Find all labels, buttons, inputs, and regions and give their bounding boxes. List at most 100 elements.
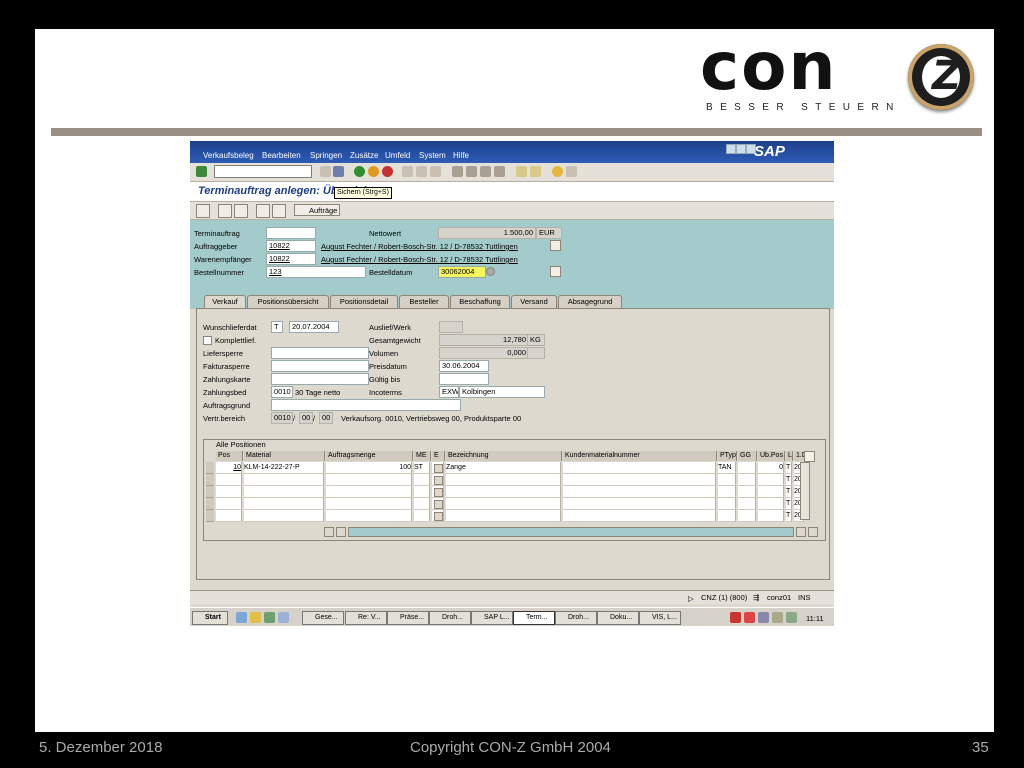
tab-positionsdetail[interactable]: Positionsdetail (330, 295, 398, 308)
auftraggeber-field[interactable]: 10822 (266, 240, 316, 252)
row-selector[interactable] (206, 462, 214, 474)
bestelldatum-field[interactable]: 30062004 (438, 266, 486, 278)
scroll-right-icon[interactable] (808, 527, 818, 537)
calendar-help-icon[interactable] (486, 267, 495, 276)
task-vis[interactable]: VIS, L... (639, 611, 681, 625)
menu-umfeld[interactable]: Umfeld (385, 151, 410, 160)
scroll-left-icon[interactable] (324, 527, 334, 537)
menu-system[interactable]: System (419, 151, 446, 160)
doc-flow-icon[interactable] (196, 204, 210, 218)
row-selector[interactable] (206, 474, 214, 486)
table-cell[interactable] (758, 510, 784, 522)
table-cell[interactable] (414, 510, 430, 522)
table-cell[interactable] (738, 474, 756, 486)
exit-icon[interactable] (368, 166, 379, 177)
table-cell[interactable]: 10 (216, 462, 242, 474)
tab-absagegrund[interactable]: Absagegrund (558, 295, 622, 308)
menu-springen[interactable]: Springen (310, 151, 342, 160)
task-doku[interactable]: Doku... (597, 611, 639, 625)
table-cell[interactable] (738, 510, 756, 522)
menu-verkaufsbeleg[interactable]: Verkaufsbeleg (203, 151, 254, 160)
table-cell[interactable] (414, 486, 430, 498)
table-cell[interactable] (446, 498, 561, 510)
task-droh-2[interactable]: Droh... (555, 611, 597, 625)
last-page-icon[interactable] (494, 166, 505, 177)
table-cell[interactable]: T (786, 474, 792, 486)
table-cell[interactable] (244, 510, 324, 522)
print-icon[interactable] (402, 166, 413, 177)
task-gese[interactable]: Gese... (302, 611, 344, 625)
column-header[interactable]: E (432, 451, 445, 461)
bestellnummer-field[interactable]: 123 (266, 266, 366, 278)
minimize-icon[interactable] (726, 144, 736, 154)
create-with-reference-icon[interactable] (256, 204, 270, 218)
orders-button[interactable]: Aufträge (294, 204, 340, 216)
tab-besteller[interactable]: Besteller (399, 295, 449, 308)
auftragsgrund-field[interactable] (271, 399, 461, 411)
table-cell[interactable] (758, 474, 784, 486)
item-checkbox[interactable] (434, 476, 443, 485)
table-cell[interactable]: T (786, 498, 792, 510)
liefersperre-field[interactable] (271, 347, 369, 359)
table-cell[interactable]: 100 (326, 462, 412, 474)
partner-detail-icon[interactable] (550, 240, 561, 251)
speaker-icon[interactable] (786, 612, 797, 623)
back-arrow-icon[interactable] (320, 166, 331, 177)
table-cell[interactable] (718, 498, 736, 510)
previous-page-icon[interactable] (466, 166, 477, 177)
menu-bearbeiten[interactable]: Bearbeiten (262, 151, 301, 160)
table-cell[interactable]: T (786, 462, 792, 474)
command-field[interactable] (214, 165, 312, 178)
menu-hilfe[interactable]: Hilfe (453, 151, 469, 160)
table-cell[interactable]: ST (414, 462, 430, 474)
warenempfaenger-field[interactable]: 10822 (266, 253, 316, 265)
table-cell[interactable] (244, 498, 324, 510)
table-cell[interactable] (718, 474, 736, 486)
table-cell[interactable] (563, 474, 716, 486)
tab-versand[interactable]: Versand (511, 295, 557, 308)
help-icon[interactable] (552, 166, 563, 177)
table-cell[interactable]: 0 (758, 462, 784, 474)
first-page-icon[interactable] (452, 166, 463, 177)
table-cell[interactable] (216, 474, 242, 486)
table-cell[interactable] (738, 498, 756, 510)
enter-icon[interactable] (196, 166, 207, 177)
row-selector[interactable] (206, 486, 214, 498)
preisdatum-field[interactable]: 30.06.2004 (439, 360, 489, 372)
delete-icon[interactable] (272, 204, 286, 218)
column-header[interactable]: L (786, 451, 793, 461)
task-droh[interactable]: Droh... (429, 611, 471, 625)
find-next-icon[interactable] (430, 166, 441, 177)
table-cell[interactable] (563, 510, 716, 522)
table-cell[interactable] (414, 474, 430, 486)
column-header[interactable]: PTyp (718, 451, 737, 461)
row-selector[interactable] (206, 498, 214, 510)
table-cell[interactable] (244, 486, 324, 498)
item-checkbox[interactable] (434, 512, 443, 521)
table-cell[interactable] (244, 474, 324, 486)
tray-icon[interactable] (772, 612, 783, 623)
menu-zusaetze[interactable]: Zusätze (350, 151, 378, 160)
gueltig-bis-field[interactable] (439, 373, 489, 385)
table-cell[interactable] (216, 498, 242, 510)
layout-menu-icon[interactable] (566, 166, 577, 177)
header-detail-icon[interactable] (218, 204, 232, 218)
row-selector[interactable] (206, 510, 214, 522)
tab-positionsuebersicht[interactable]: Positionsübersicht (247, 295, 329, 308)
wunschlieferdat-field[interactable]: 20.07.2004 (289, 321, 339, 333)
quicklaunch-sap-icon[interactable] (264, 612, 275, 623)
column-config-icon[interactable] (804, 451, 815, 462)
quicklaunch-desktop-icon[interactable] (278, 612, 289, 623)
table-cell[interactable] (326, 474, 412, 486)
table-cell[interactable] (446, 510, 561, 522)
tab-beschaffung[interactable]: Beschaffung (450, 295, 510, 308)
column-header[interactable]: Üb.Pos (758, 451, 785, 461)
column-header[interactable]: Bezeichnung (446, 451, 562, 461)
auftraggeber-address-link[interactable]: August Fechter / Robert-Bosch-Str. 12 / … (321, 242, 518, 251)
table-cell[interactable] (563, 498, 716, 510)
table-cell[interactable] (718, 510, 736, 522)
table-cell[interactable] (414, 498, 430, 510)
table-cell[interactable] (326, 498, 412, 510)
table-cell[interactable]: T (786, 486, 792, 498)
item-checkbox[interactable] (434, 500, 443, 509)
